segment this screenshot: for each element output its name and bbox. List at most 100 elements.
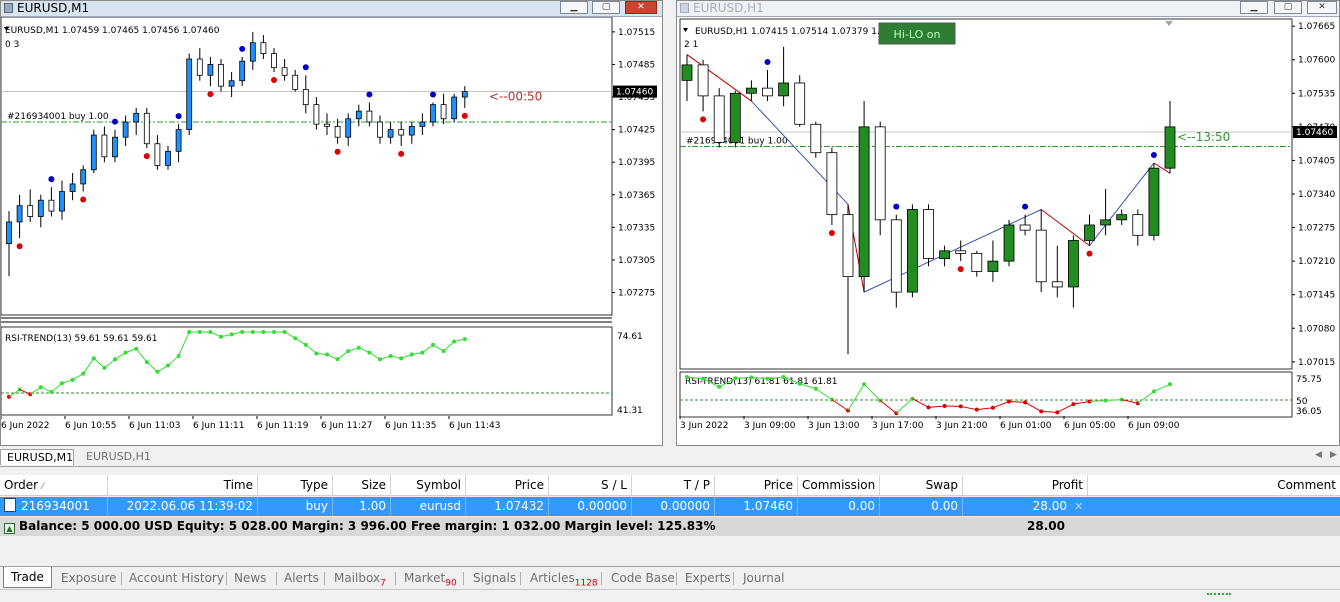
candle-body [891, 220, 901, 292]
order-icon [4, 498, 16, 512]
col-sl[interactable]: S / L [549, 475, 632, 495]
minimize-button[interactable]: ▁ [560, 1, 588, 14]
tab-market[interactable]: Market90 [404, 569, 457, 587]
window-titlebar[interactable]: EURUSD,H1 ▁ ▢ ✕ [677, 1, 1339, 17]
hilo-dot [829, 230, 835, 236]
order-profit: 28.00 [963, 497, 1071, 516]
chart-canvas-m1[interactable]: EURUSD,M1 1.07459 1.07465 1.07456 1.0746… [1, 17, 662, 445]
current-price-label: 1.07460 [1296, 128, 1333, 138]
col-type[interactable]: Type [258, 475, 333, 495]
candle-body [441, 105, 446, 119]
candle-body [940, 251, 950, 259]
candle-body [698, 65, 708, 96]
hilo-dot [271, 77, 277, 83]
time-tick-label: 6 Jun 10:55 [65, 421, 116, 431]
maximize-button[interactable]: ▢ [592, 1, 620, 14]
candle-body [462, 92, 467, 97]
candle-body [827, 153, 837, 215]
col-current-price[interactable]: Price [715, 475, 798, 495]
order-sl[interactable]: 0.00000 [549, 497, 632, 516]
chart-tab-m1[interactable]: EURUSD,M1 [0, 449, 74, 465]
col-comment[interactable]: Comment [1088, 475, 1340, 495]
chart-canvas-h1[interactable]: EURUSD,H1 1.07415 1.07514 1.07379 1.07 2… [677, 17, 1339, 445]
tab-news[interactable]: News [234, 569, 266, 587]
close-button[interactable]: ✕ [1307, 1, 1337, 14]
hilo-dot [48, 176, 54, 182]
candle-body [763, 88, 773, 96]
window-titlebar[interactable]: EURUSD,M1 ▁ ▢ ✕ [1, 1, 662, 17]
candle-body [399, 130, 404, 135]
candle-body [714, 96, 724, 142]
hilo-dot [176, 113, 182, 119]
tab-experts[interactable]: Experts [685, 569, 731, 587]
tab-alerts[interactable]: Alerts [284, 569, 319, 587]
candle-body [346, 119, 351, 137]
tab-account-history[interactable]: Account History [129, 569, 224, 587]
price-tick-label: 1.07145 [1298, 291, 1335, 301]
candle-body [420, 122, 425, 126]
candle-body [102, 135, 107, 157]
tab-signals[interactable]: Signals [473, 569, 516, 587]
candle-body [60, 192, 65, 212]
tab-code-base[interactable]: Code Base [611, 569, 675, 587]
rsi-point [1168, 382, 1172, 386]
candle-body [452, 97, 457, 119]
close-button[interactable]: ✕ [625, 1, 657, 14]
col-symbol[interactable]: Symbol [391, 475, 466, 495]
scroll-right-icon[interactable]: ▶ [1330, 450, 1337, 460]
hilo-dot [207, 91, 213, 97]
minimize-button[interactable]: ▁ [1240, 1, 1268, 14]
time-axis: 3 Jun 20223 Jun 09:003 Jun 13:003 Jun 17… [680, 416, 1180, 431]
window-title: EURUSD,M1 [17, 1, 89, 16]
hilo-dot [303, 64, 309, 70]
col-order[interactable]: Order ⁄ [0, 475, 108, 495]
sort-icon: ⁄ [42, 482, 44, 492]
time-tick-label: 6 Jun 11:35 [385, 421, 436, 431]
chart-tab-h1[interactable]: EURUSD,H1 [80, 449, 160, 465]
tab-journal[interactable]: Journal [743, 569, 785, 587]
col-size[interactable]: Size [333, 475, 391, 495]
candle-body [28, 206, 33, 217]
candle-body [176, 130, 181, 152]
price-tick-label: 1.07365 [618, 191, 655, 201]
hilo-dot [144, 153, 150, 159]
time-tick-label: 6 Jun 01:00 [1000, 421, 1052, 431]
candle-body [293, 75, 298, 89]
price-plot-area [680, 19, 1292, 369]
market-badge: 90 [445, 578, 456, 588]
close-order-icon[interactable]: ✕ [1074, 497, 1083, 516]
hilo-dot [239, 46, 245, 52]
chart-window-h1[interactable]: EURUSD,H1 ▁ ▢ ✕ EURUSD,H1 1.07415 1.0751… [676, 0, 1340, 446]
candle-body [7, 222, 12, 244]
indicator-tick: 36.05 [1296, 407, 1322, 417]
col-tp[interactable]: T / P [632, 475, 715, 495]
candle-body [219, 64, 224, 86]
price-tick-label: 1.07395 [618, 158, 655, 168]
col-commission[interactable]: Commission [798, 475, 880, 495]
candle-body [197, 59, 202, 75]
maximize-button[interactable]: ▢ [1274, 1, 1302, 14]
hilo-dot [80, 197, 86, 203]
order-row[interactable]: 216934001 2022.06.06 11:39:02 buy 1.00 e… [0, 497, 1340, 516]
price-tick-label: 1.07275 [618, 289, 655, 299]
articles-badge: 1128 [575, 578, 598, 588]
tab-mailbox[interactable]: Mailbox7 [334, 569, 386, 587]
col-profit[interactable]: Profit [963, 475, 1088, 495]
bar-countdown: <--00:50 [489, 90, 542, 104]
values-info: 0 3 [5, 40, 19, 50]
col-time[interactable]: Time [108, 475, 258, 495]
candle-body [378, 122, 383, 137]
order-id-cell: 216934001 [0, 497, 108, 516]
candle-body [208, 64, 213, 75]
tab-exposure[interactable]: Exposure [61, 569, 117, 587]
chart-window-m1[interactable]: EURUSD,M1 ▁ ▢ ✕ EURUSD,M1 1.07459 1.0746… [0, 0, 663, 446]
scroll-left-icon[interactable]: ◀ [1315, 450, 1322, 460]
candle-body [388, 130, 393, 138]
hilo-dot [893, 204, 899, 210]
order-tp[interactable]: 0.00000 [632, 497, 715, 516]
tab-trade[interactable]: Trade [3, 567, 52, 588]
col-price[interactable]: Price [466, 475, 549, 495]
col-swap[interactable]: Swap [880, 475, 963, 495]
tab-articles[interactable]: Articles1128 [530, 569, 598, 587]
price-tick-label: 1.07340 [1298, 190, 1335, 200]
